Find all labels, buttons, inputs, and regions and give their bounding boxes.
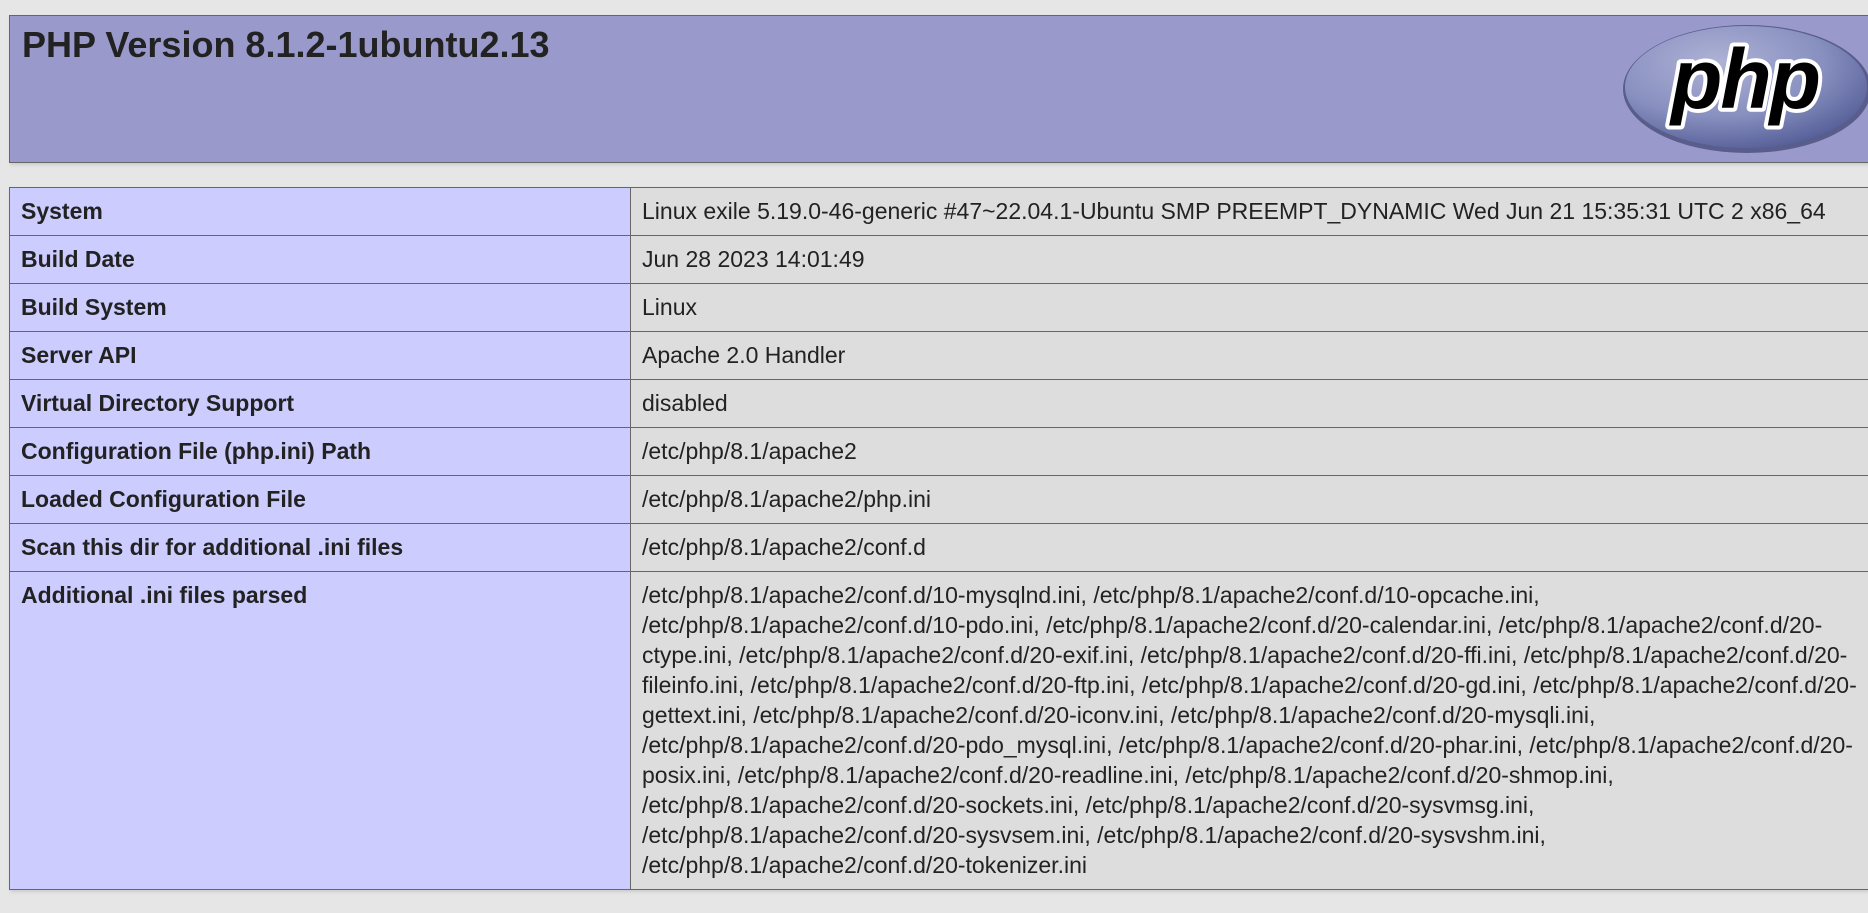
row-value-virtual-directory-support: disabled xyxy=(630,379,1868,428)
row-label-server-api: Server API xyxy=(9,331,631,380)
table-row: Additional .ini files parsed /etc/php/8.… xyxy=(9,571,1868,890)
row-label-build-date: Build Date xyxy=(9,235,631,284)
table-row: Loaded Configuration File /etc/php/8.1/a… xyxy=(9,475,1868,524)
row-value-config-file-path: /etc/php/8.1/apache2 xyxy=(630,427,1868,476)
row-label-build-system: Build System xyxy=(9,283,631,332)
row-label-virtual-directory-support: Virtual Directory Support xyxy=(9,379,631,428)
php-logo-text-front: php xyxy=(1669,32,1819,126)
table-row: Virtual Directory Support disabled xyxy=(9,379,1868,428)
table-row: Build Date Jun 28 2023 14:01:49 xyxy=(9,235,1868,284)
table-row: System Linux exile 5.19.0-46-generic #47… xyxy=(9,187,1868,236)
table-row: Build System Linux xyxy=(9,283,1868,332)
table-row: Scan this dir for additional .ini files … xyxy=(9,523,1868,572)
phpinfo-page: PHP Version 8.1.2-1ubuntu2.13 php php Sy… xyxy=(9,15,1868,890)
row-value-server-api: Apache 2.0 Handler xyxy=(630,331,1868,380)
row-value-additional-ini-files: /etc/php/8.1/apache2/conf.d/10-mysqlnd.i… xyxy=(630,571,1868,890)
php-info-table: System Linux exile 5.19.0-46-generic #47… xyxy=(9,187,1868,890)
row-label-system: System xyxy=(9,187,631,236)
row-label-config-file-path: Configuration File (php.ini) Path xyxy=(9,427,631,476)
row-value-system: Linux exile 5.19.0-46-generic #47~22.04.… xyxy=(630,187,1868,236)
row-label-scan-dir: Scan this dir for additional .ini files xyxy=(9,523,631,572)
table-row: Configuration File (php.ini) Path /etc/p… xyxy=(9,427,1868,476)
row-label-loaded-config-file: Loaded Configuration File xyxy=(9,475,631,524)
row-value-scan-dir: /etc/php/8.1/apache2/conf.d xyxy=(630,523,1868,572)
php-version-header: PHP Version 8.1.2-1ubuntu2.13 php php xyxy=(9,15,1868,163)
page-title: PHP Version 8.1.2-1ubuntu2.13 xyxy=(22,24,550,65)
php-logo: php php xyxy=(1623,25,1868,153)
table-row: Server API Apache 2.0 Handler xyxy=(9,331,1868,380)
row-value-build-date: Jun 28 2023 14:01:49 xyxy=(630,235,1868,284)
row-value-loaded-config-file: /etc/php/8.1/apache2/php.ini xyxy=(630,475,1868,524)
row-value-build-system: Linux xyxy=(630,283,1868,332)
row-label-additional-ini-files: Additional .ini files parsed xyxy=(9,571,631,890)
